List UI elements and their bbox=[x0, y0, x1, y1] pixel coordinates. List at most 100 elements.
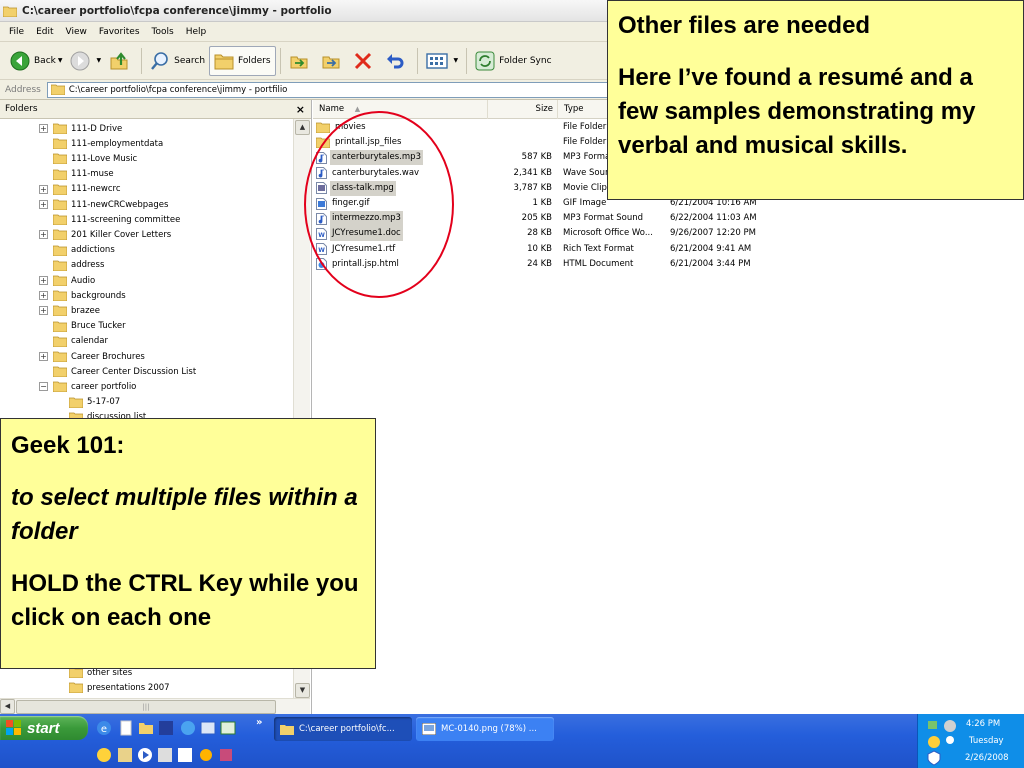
media-quicklaunch-icon[interactable] bbox=[137, 747, 153, 763]
window-titlebar[interactable]: C:\career portfolio\fcpa conference\jimm… bbox=[0, 0, 612, 22]
folder-tree-item[interactable]: presentations 2007 bbox=[69, 680, 170, 695]
menu-edit[interactable]: Edit bbox=[31, 27, 60, 37]
up-folder-icon bbox=[110, 51, 128, 69]
column-header-size[interactable]: Size bbox=[488, 100, 558, 119]
taskbar-explorer-window[interactable]: C:\career portfolio\fc... bbox=[274, 717, 412, 741]
ie-quicklaunch-icon[interactable] bbox=[180, 720, 196, 736]
expand-icon[interactable]: + bbox=[39, 230, 48, 240]
file-type: Microsoft Office Wo... bbox=[563, 228, 653, 239]
address-input[interactable]: C:\career portfolio\fcpa conference\jimm… bbox=[46, 81, 612, 98]
expand-icon[interactable]: + bbox=[39, 124, 48, 133]
expand-icon[interactable]: + bbox=[39, 184, 48, 194]
folder-tree-item[interactable]: 111-muse bbox=[53, 167, 114, 182]
folder-label: 111-screening committee bbox=[71, 214, 181, 225]
folders-header: Folders × bbox=[0, 100, 311, 119]
tray-icon[interactable] bbox=[926, 734, 942, 750]
folder-tree-item[interactable]: addictions bbox=[53, 243, 115, 258]
up-folder-button[interactable] bbox=[105, 46, 137, 76]
file-size: 2,341 KB bbox=[513, 167, 552, 178]
delete-button[interactable] bbox=[349, 46, 381, 76]
undo-button[interactable] bbox=[381, 46, 413, 76]
folder-tree-item[interactable]: +111-newcrc bbox=[39, 182, 121, 197]
expand-icon[interactable]: + bbox=[39, 276, 48, 285]
expand-icon[interactable]: + bbox=[39, 352, 48, 361]
scroll-thumb[interactable]: ||| bbox=[16, 700, 276, 714]
skype-quicklaunch-icon[interactable] bbox=[177, 747, 193, 763]
folder-tree-item[interactable]: +111-newCRCwebpages bbox=[39, 197, 168, 212]
address-value: C:\career portfolio\fcpa conference\jimm… bbox=[68, 84, 288, 95]
scroll-left-icon[interactable]: ◀ bbox=[0, 699, 15, 714]
app-quicklaunch-icon[interactable] bbox=[117, 747, 133, 763]
folder-tree-item[interactable]: 111-employmentdata bbox=[53, 136, 163, 151]
folder-tree-item[interactable]: + Career Brochures bbox=[39, 349, 145, 364]
collapse-icon[interactable]: − bbox=[39, 382, 48, 392]
quicklaunch-more-icon[interactable]: » bbox=[256, 717, 262, 728]
network-tray-icon[interactable] bbox=[926, 718, 942, 734]
search-icon bbox=[151, 51, 168, 70]
views-dropdown-icon[interactable]: ▼ bbox=[454, 57, 459, 64]
folder-tree-item[interactable]: 5-17-07 bbox=[69, 395, 120, 410]
folder-sync-button[interactable]: Folder Sync bbox=[471, 46, 555, 76]
folder-quicklaunch-icon[interactable] bbox=[138, 720, 154, 736]
folder-tree-hscrollbar[interactable]: ◀ ||| bbox=[0, 698, 310, 714]
back-dropdown-icon[interactable]: ▼ bbox=[58, 57, 63, 64]
folders-button[interactable]: Folders bbox=[209, 45, 276, 76]
word-quicklaunch-icon[interactable] bbox=[200, 720, 216, 736]
menu-view[interactable]: View bbox=[61, 27, 94, 37]
app-quicklaunch-icon[interactable] bbox=[198, 747, 214, 763]
forward-dropdown-icon[interactable]: ▼ bbox=[96, 57, 101, 64]
toolbar-separator bbox=[141, 47, 143, 74]
folder-tree-item[interactable]: + Audio bbox=[39, 273, 96, 288]
scroll-up-icon[interactable]: ▲ bbox=[295, 120, 310, 135]
app-quicklaunch-icon[interactable] bbox=[158, 720, 174, 736]
folder-tree-item[interactable]: +111-D Drive bbox=[39, 121, 122, 136]
expand-icon[interactable]: + bbox=[39, 291, 48, 301]
menu-file[interactable]: File bbox=[4, 27, 31, 37]
forward-arrow-icon bbox=[70, 51, 90, 70]
menu-help[interactable]: Help bbox=[181, 27, 214, 37]
close-folders-icon[interactable]: × bbox=[296, 103, 305, 116]
excel-quicklaunch-icon[interactable] bbox=[220, 720, 236, 736]
callout-body: HOLD the CTRL Key while you click on eac… bbox=[11, 570, 359, 631]
file-size: 1 KB bbox=[532, 198, 552, 208]
move-to-button[interactable] bbox=[285, 46, 317, 76]
callout-subheading: to select multiple files within a folder bbox=[11, 484, 358, 545]
folder-icon bbox=[53, 199, 67, 210]
folder-tree-item[interactable]: + brazee bbox=[39, 303, 100, 318]
clock-time[interactable]: 4:26 PM bbox=[966, 719, 1000, 729]
folder-icon bbox=[53, 169, 67, 180]
forward-button[interactable]: ▼ bbox=[66, 46, 105, 76]
copy-to-button[interactable] bbox=[317, 46, 349, 76]
ie-quicklaunch-icon[interactable]: e bbox=[96, 720, 112, 736]
menu-bar: File Edit View Favorites Tools Help bbox=[0, 22, 612, 42]
expand-icon[interactable]: + bbox=[39, 306, 48, 316]
scroll-down-icon[interactable]: ▼ bbox=[295, 683, 310, 698]
views-button[interactable]: ▼ bbox=[422, 46, 463, 76]
menu-favorites[interactable]: Favorites bbox=[94, 27, 147, 37]
security-shield-icon[interactable] bbox=[926, 750, 942, 766]
taskbar-image-window[interactable]: MC-0140.png (78%) ... bbox=[416, 717, 554, 741]
app-quicklaunch-icon[interactable] bbox=[218, 747, 234, 763]
smiley-quicklaunch-icon[interactable] bbox=[96, 747, 112, 763]
users-tray-icon[interactable] bbox=[942, 734, 958, 750]
task-label: MC-0140.png (78%) ... bbox=[441, 724, 537, 734]
folder-label: 111-Love Music bbox=[71, 153, 138, 164]
folder-tree-item[interactable]: Career Center Discussion List bbox=[53, 364, 196, 379]
folder-label: Audio bbox=[71, 275, 96, 286]
folder-tree-item[interactable]: +201 Killer Cover Letters bbox=[39, 227, 171, 242]
back-button[interactable]: Back ▼ bbox=[6, 46, 66, 76]
folder-tree-item[interactable]: 111-screening committee bbox=[53, 212, 180, 227]
start-button[interactable]: start bbox=[0, 716, 88, 740]
folder-tree-item[interactable]: − career portfolio bbox=[39, 379, 136, 394]
folder-tree-item[interactable]: 111-Love Music bbox=[53, 151, 137, 166]
folder-tree-item[interactable]: + backgrounds bbox=[39, 288, 126, 303]
folder-tree-item[interactable]: Bruce Tucker bbox=[53, 319, 126, 334]
search-button[interactable]: Search bbox=[146, 46, 209, 76]
folder-tree-item[interactable]: calendar bbox=[53, 334, 108, 349]
expand-icon[interactable]: + bbox=[39, 200, 48, 209]
app-quicklaunch-icon[interactable] bbox=[157, 747, 173, 763]
menu-tools[interactable]: Tools bbox=[147, 27, 181, 37]
folder-tree-item[interactable]: address bbox=[53, 258, 104, 273]
tray-icon[interactable] bbox=[942, 718, 958, 734]
document-quicklaunch-icon[interactable] bbox=[118, 720, 134, 736]
